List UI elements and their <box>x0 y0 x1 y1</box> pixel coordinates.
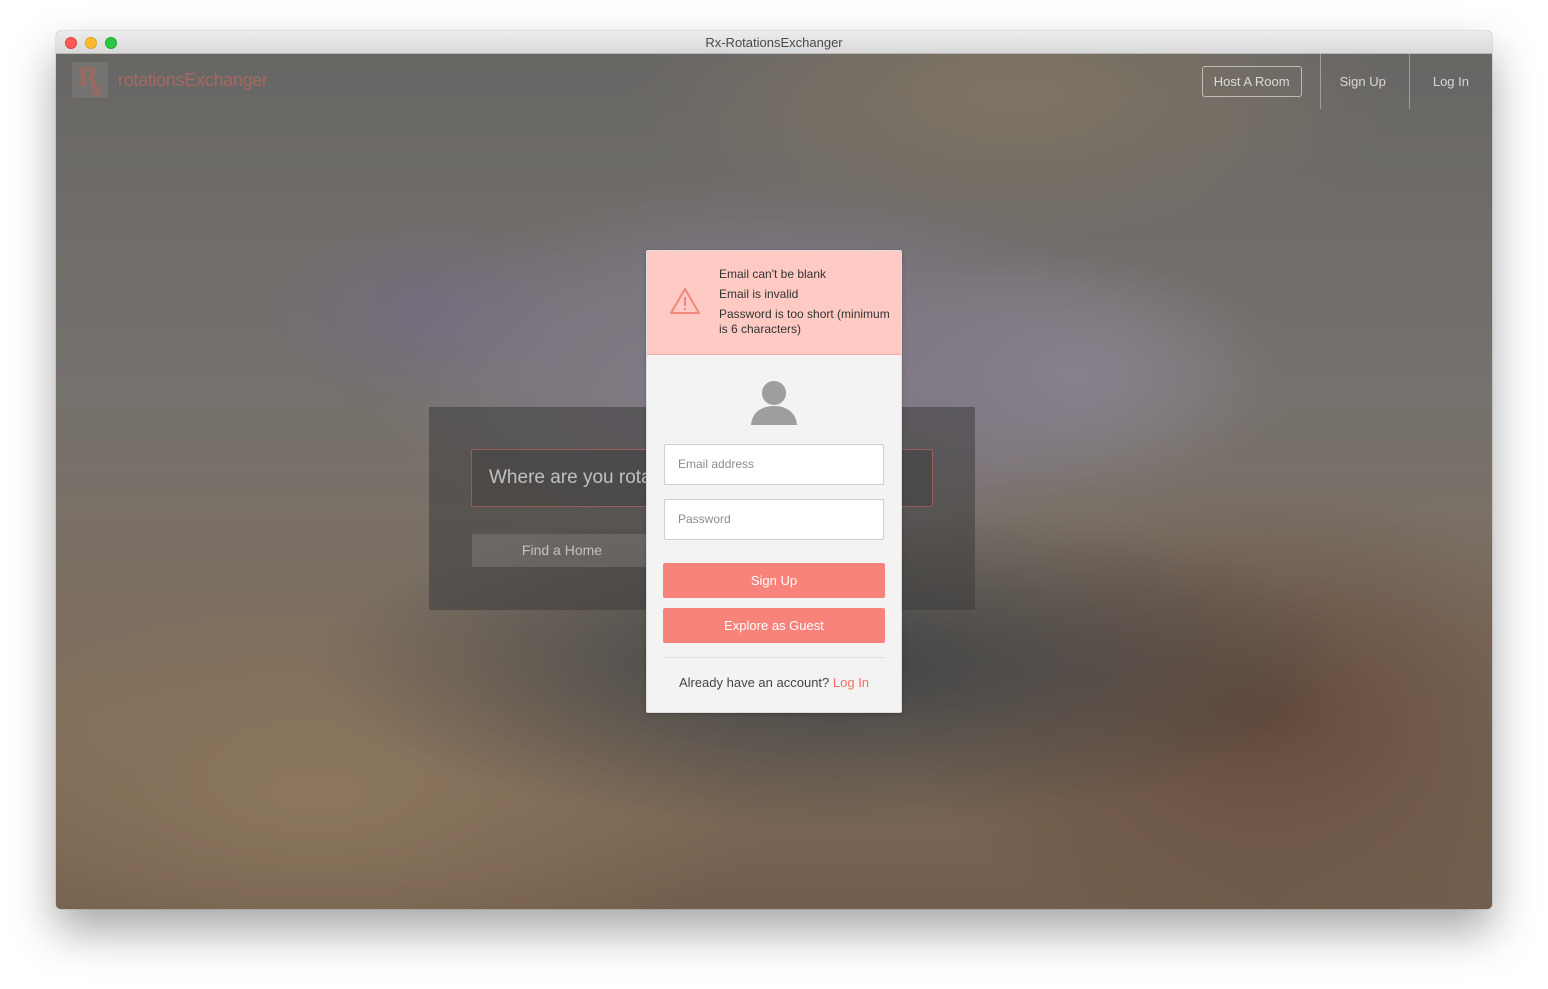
user-avatar-icon <box>751 381 797 425</box>
warning-icon <box>670 288 700 314</box>
login-prompt: Already have an account? Log In <box>647 675 901 690</box>
title-bar: Rx-RotationsExchanger <box>56 31 1492 54</box>
explore-as-guest-button[interactable]: Explore as Guest <box>663 608 885 643</box>
error-message: Email can't be blank <box>719 267 827 281</box>
sign-up-button[interactable]: Sign Up <box>663 563 885 598</box>
top-nav: Host A Room Sign Up Log In <box>1201 54 1492 109</box>
nav-log-in-link[interactable]: Log In <box>1408 54 1492 109</box>
signup-modal: Email can't be blank Email is invalid Pa… <box>646 250 902 713</box>
log-in-link[interactable]: Log In <box>833 675 869 690</box>
minimize-window-button[interactable] <box>85 37 97 49</box>
page-viewport: Rx rotationsExchanger Host A Room Sign U… <box>56 54 1492 909</box>
nav-sign-up-link[interactable]: Sign Up <box>1319 54 1409 109</box>
password-field[interactable]: Password <box>664 499 884 540</box>
site-logo[interactable]: Rx rotationsExchanger <box>72 62 268 100</box>
error-message: Email is invalid <box>719 287 799 301</box>
divider <box>663 657 885 658</box>
host-a-room-button[interactable]: Host A Room <box>1201 66 1302 97</box>
error-alert: Email can't be blank Email is invalid Pa… <box>647 251 901 355</box>
window-title: Rx-RotationsExchanger <box>705 35 843 50</box>
logo-text: rotationsExchanger <box>118 69 268 90</box>
close-window-button[interactable] <box>65 37 77 49</box>
error-list: Email can't be blank Email is invalid Pa… <box>719 267 894 342</box>
maximize-window-button[interactable] <box>105 37 117 49</box>
email-field[interactable]: Email address <box>664 444 884 485</box>
browser-window: Rx-RotationsExchanger Rx rotationsExchan… <box>56 31 1492 909</box>
rx-logo-icon: Rx <box>72 62 108 100</box>
error-message: Password is too short (minimum is 6 char… <box>719 307 890 336</box>
find-a-home-button[interactable]: Find a Home <box>472 534 652 567</box>
login-prompt-text: Already have an account? <box>678 675 830 690</box>
